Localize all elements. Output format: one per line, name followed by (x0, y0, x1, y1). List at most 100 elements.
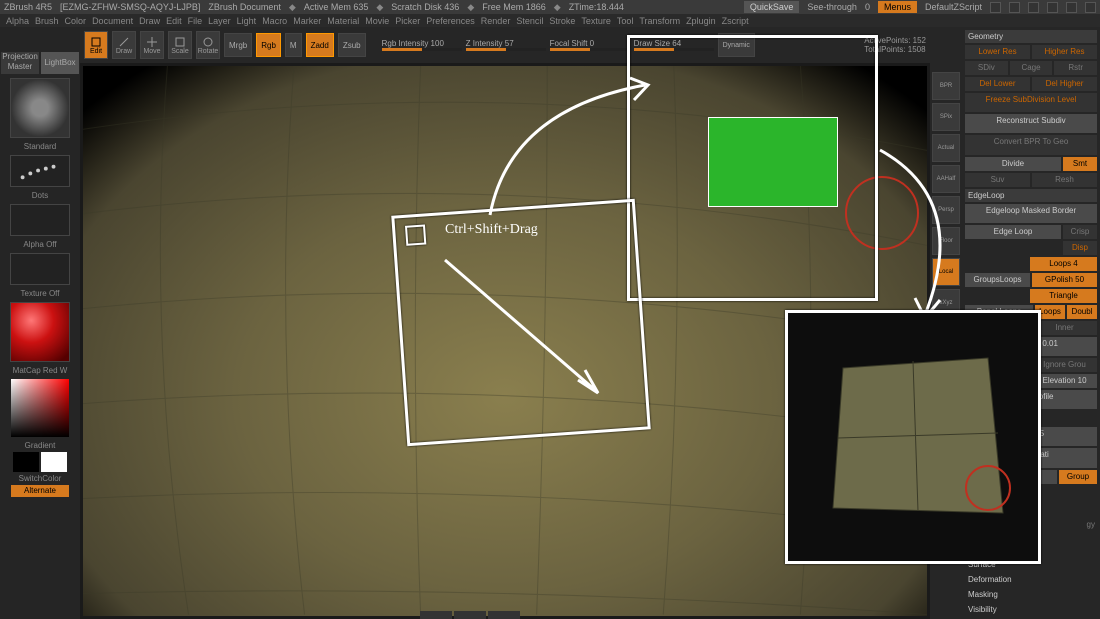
panel-header[interactable]: Geometry (965, 30, 1097, 43)
switchcolor-button[interactable]: SwitchColor (10, 474, 70, 483)
draw-button[interactable]: Draw (112, 31, 136, 59)
menu-item[interactable]: Preferences (426, 16, 475, 26)
main-color[interactable] (13, 452, 39, 472)
masking-header[interactable]: Masking (965, 588, 1097, 601)
menu-item[interactable]: Render (481, 16, 511, 26)
menu-item[interactable]: Zscript (722, 16, 749, 26)
menu-item[interactable]: Draw (139, 16, 160, 26)
seethrough-label: See-through (807, 2, 857, 12)
move-button[interactable]: Move (140, 31, 164, 59)
projection-master-button[interactable]: Projection Master (1, 52, 39, 74)
scale-button[interactable]: Scale (168, 31, 192, 59)
disp-button[interactable]: Disp (1063, 241, 1097, 255)
deformation-header[interactable]: Deformation (965, 573, 1097, 586)
rgb-intensity-slider[interactable]: Rgb Intensity 100 (382, 39, 462, 51)
rstr-button[interactable]: Rstr (1054, 61, 1097, 75)
win-dot[interactable] (990, 2, 1001, 13)
menu-item[interactable]: Stroke (549, 16, 575, 26)
resh-button[interactable]: Resh (1032, 173, 1097, 187)
z-intensity-slider[interactable]: Z Intensity 57 (466, 39, 546, 51)
menu-item[interactable]: Picker (395, 16, 420, 26)
menu-item[interactable]: File (188, 16, 203, 26)
del-higher-button[interactable]: Del Higher (1032, 77, 1097, 91)
texture-thumb[interactable] (10, 253, 70, 285)
gpolish-slider[interactable]: GPolish 50 (1032, 273, 1097, 287)
visibility-header[interactable]: Visibility (965, 603, 1097, 616)
menu-item[interactable]: Material (327, 16, 359, 26)
freeze-subdiv-button[interactable]: Freeze SubDivision Level (965, 93, 1097, 112)
alpha-thumb[interactable] (10, 204, 70, 236)
sdiv-slider[interactable]: SDiv (965, 61, 1008, 75)
gradient-label[interactable]: Gradient (10, 441, 70, 450)
menu-item[interactable]: Layer (208, 16, 231, 26)
win-dot[interactable] (1028, 2, 1039, 13)
higher-res-button[interactable]: Higher Res (1032, 45, 1097, 59)
win-dot[interactable] (1066, 2, 1077, 13)
arrow-1 (470, 70, 670, 230)
ignore-groups-button[interactable]: Ignore Grou (1032, 358, 1097, 372)
menu-item[interactable]: Stencil (516, 16, 543, 26)
menus-button[interactable]: Menus (878, 1, 917, 13)
scratch-disk: Scratch Disk 436 (391, 2, 459, 12)
menu-item[interactable]: Macro (262, 16, 287, 26)
brush-label: Standard (10, 142, 70, 151)
menu-item[interactable]: Tool (617, 16, 634, 26)
menu-item[interactable]: Marker (293, 16, 321, 26)
menu-item[interactable]: Color (65, 16, 87, 26)
menu-item[interactable]: Alpha (6, 16, 29, 26)
material-thumb[interactable] (10, 302, 70, 362)
alternate-button[interactable]: Alternate (11, 485, 69, 497)
cage-button[interactable]: Cage (1010, 61, 1053, 75)
focal-shift-slider[interactable]: Focal Shift 0 (550, 39, 630, 51)
win-dot[interactable] (1009, 2, 1020, 13)
triangle-button[interactable]: Triangle (1030, 289, 1097, 303)
bpr-button[interactable]: BPR (932, 72, 960, 100)
crisp-button[interactable]: Crisp (1063, 225, 1097, 239)
edgeloop-masked-button[interactable]: Edgeloop Masked Border (965, 204, 1097, 223)
menu-item[interactable]: Movie (365, 16, 389, 26)
mrgb-button[interactable]: Mrgb (224, 33, 252, 57)
lightbox-button[interactable]: LightBox (41, 52, 79, 74)
edgeloop-header[interactable]: EdgeLoop (965, 189, 1097, 202)
secondary-color[interactable] (41, 452, 67, 472)
m-button[interactable]: M (285, 33, 302, 57)
default-zscript[interactable]: DefaultZScript (925, 2, 982, 12)
menu-item[interactable]: Zplugin (686, 16, 716, 26)
win-dot[interactable] (1047, 2, 1058, 13)
left-sidebar: Projection Master LightBox Standard Dots… (0, 27, 80, 619)
rotate-button[interactable]: Rotate (196, 31, 220, 59)
spix-button[interactable]: SPix (932, 103, 960, 131)
zsub-button[interactable]: Zsub (338, 33, 366, 57)
quicksave-button[interactable]: QuickSave (744, 1, 800, 13)
seethrough-value[interactable]: 0 (865, 2, 870, 12)
edit-button[interactable]: Edit (84, 31, 108, 59)
del-lower-button[interactable]: Del Lower (965, 77, 1030, 91)
doc-code: [EZMG-ZFHW-SMSQ-AQYJ-LJPB] (60, 2, 200, 12)
menu-item[interactable]: Transform (639, 16, 680, 26)
reconstruct-subdiv-button[interactable]: Reconstruct Subdiv (965, 114, 1097, 133)
brush-thumb[interactable] (10, 78, 70, 138)
inner-button[interactable]: Inner (1032, 321, 1097, 335)
free-mem: Free Mem 1866 (482, 2, 546, 12)
rgb-button[interactable]: Rgb (256, 33, 281, 57)
win-dot[interactable] (1085, 2, 1096, 13)
group-button[interactable]: Group (1059, 470, 1097, 484)
menu-item[interactable]: Edit (166, 16, 182, 26)
color-picker[interactable] (11, 379, 69, 437)
stroke-thumb[interactable] (10, 155, 70, 187)
resize-handle[interactable] (420, 611, 520, 619)
double-button[interactable]: Doubl (1067, 305, 1097, 319)
arrow-2 (870, 140, 980, 330)
alpha-label: Alpha Off (10, 240, 70, 249)
convert-bpr-button[interactable]: Convert BPR To Geo (965, 135, 1097, 154)
loops-slider[interactable]: Loops 4 (1030, 257, 1097, 271)
sketch-frame-3 (785, 310, 1041, 564)
lower-res-button[interactable]: Lower Res (965, 45, 1030, 59)
menu-item[interactable]: Document (92, 16, 133, 26)
menu-item[interactable]: Light (237, 16, 257, 26)
smt-button[interactable]: Smt (1063, 157, 1097, 171)
elevation-slider[interactable]: Elevation 10 (1032, 374, 1097, 388)
menu-item[interactable]: Texture (581, 16, 611, 26)
zadd-button[interactable]: Zadd (306, 33, 334, 57)
menu-item[interactable]: Brush (35, 16, 59, 26)
